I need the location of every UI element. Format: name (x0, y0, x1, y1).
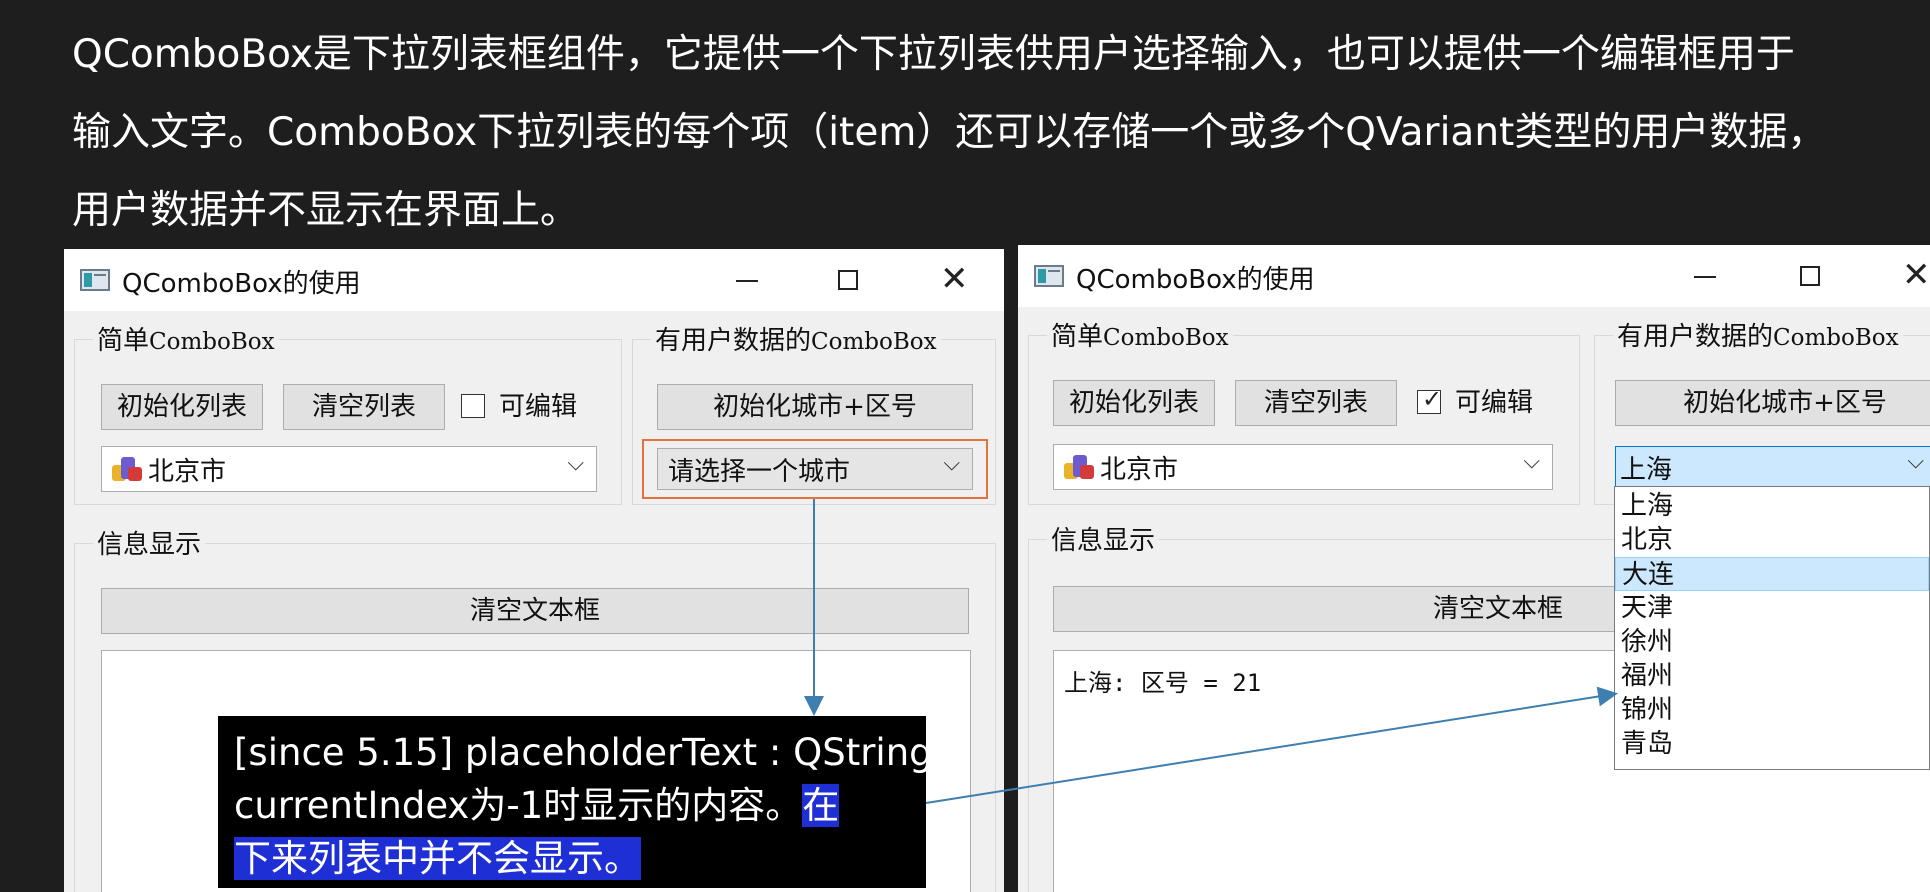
placeholder-tooltip: [since 5.15] placeholderText : QString c… (218, 716, 933, 888)
tooltip-line-2: currentIndex为-1时显示的内容。在 (234, 779, 910, 832)
arrow-to-dropdown (925, 686, 1618, 804)
tooltip-line-2-text: currentIndex为-1时显示的内容。 (234, 784, 803, 827)
tooltip-line-3-highlight: 下来列表中并不会显示。 (234, 837, 641, 880)
tooltip-line-1: [since 5.15] placeholderText : QString (234, 731, 933, 774)
tooltip-line-3: 下来列表中并不会显示。 (234, 832, 910, 885)
tooltip-line-2-highlight: 在 (802, 784, 840, 827)
